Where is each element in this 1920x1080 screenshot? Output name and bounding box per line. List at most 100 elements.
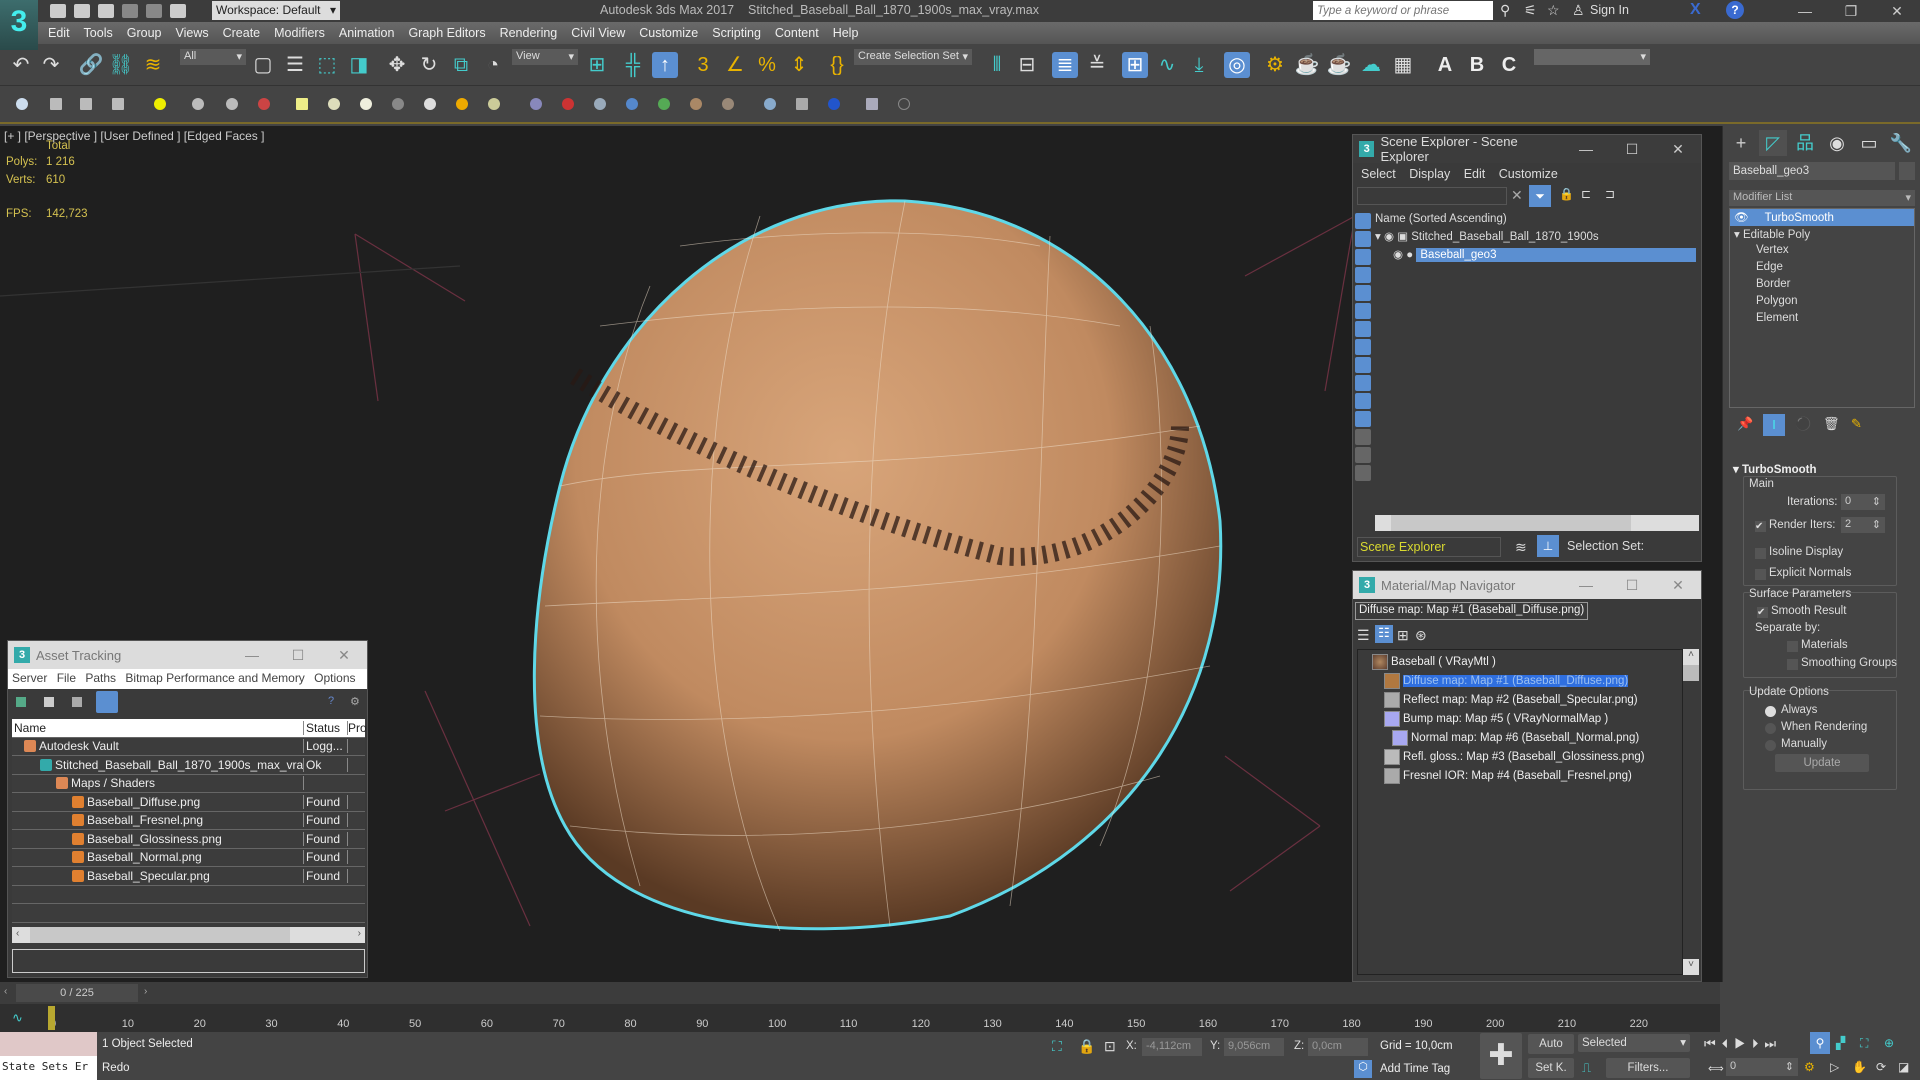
space-warp-icon[interactable] (530, 98, 542, 110)
table-row[interactable]: Baseball_Fresnel.png Found (12, 812, 365, 830)
egg-icon[interactable] (488, 98, 500, 110)
render-preset-a-button[interactable]: A (1432, 52, 1458, 78)
large-icons-view-icon[interactable]: ⊛ (1415, 627, 1427, 644)
undo-icon[interactable] (122, 4, 138, 18)
go-to-start-icon[interactable]: ⏮ (1704, 1036, 1722, 1051)
layer-explorer-icon[interactable]: ≚ (1084, 52, 1110, 78)
close-button[interactable]: ✕ (1874, 0, 1920, 22)
map-item-selected[interactable]: Diffuse map: Map #1 (Baseball_Diffuse.pn… (1358, 671, 1682, 690)
open-file-icon[interactable] (74, 4, 90, 18)
clear-search-icon[interactable]: ✕ (1511, 187, 1523, 204)
maximize-viewport-icon[interactable]: ◪ (1898, 1060, 1909, 1074)
select-by-name-icon[interactable]: ☰ (282, 52, 308, 78)
modifier-list-dropdown[interactable]: Modifier List ▾ (1729, 190, 1915, 206)
menu-help[interactable]: Help (833, 26, 859, 40)
teapot-icon[interactable] (16, 98, 28, 110)
isolate-selection-icon[interactable]: ⛶ (1052, 1038, 1062, 1055)
hierarchy-tab-icon[interactable]: 品 (1791, 130, 1819, 156)
select-and-link-icon[interactable]: 🔗 (78, 52, 104, 78)
constraint-icon[interactable] (562, 98, 574, 110)
render-icon[interactable] (828, 98, 840, 110)
material-root[interactable]: Baseball ( VRayMtl ) (1358, 652, 1682, 671)
column-status[interactable]: Status (304, 720, 348, 735)
menu-create[interactable]: Create (223, 26, 261, 40)
set-key-button[interactable]: Set K. (1528, 1058, 1574, 1078)
object-color-swatch[interactable] (1899, 162, 1915, 180)
smooth-result-checkbox[interactable]: ✔ (1757, 607, 1768, 618)
pivot-point-icon[interactable]: ⊞ (584, 52, 610, 78)
set-key-big-button[interactable]: ✚ (1480, 1033, 1522, 1079)
selection-filter-dropdown[interactable]: All ▾ (180, 49, 246, 65)
percent-snap-icon[interactable]: % (754, 52, 780, 78)
helper-icon[interactable] (192, 98, 204, 110)
menu-edit[interactable]: Edit (1464, 167, 1486, 181)
rollout-turbosmooth[interactable]: ▾ TurboSmooth (1733, 462, 1817, 476)
material-ball-icon[interactable] (764, 98, 776, 110)
stack-subobject-vertex[interactable]: Vertex (1730, 243, 1914, 260)
small-icons-view-icon[interactable]: ⊞ (1397, 627, 1409, 644)
cylinder-primitive-icon[interactable] (360, 98, 372, 110)
unlink-selection-icon[interactable]: ⛓ (108, 52, 134, 78)
y-coordinate-field[interactable]: 9,056cm (1224, 1038, 1284, 1056)
table-view-icon[interactable] (96, 691, 118, 713)
new-file-icon[interactable] (50, 4, 66, 18)
column-name[interactable]: Name (12, 720, 304, 735)
scene-tree-item[interactable]: ▾ ◉ ▣ Stitched_Baseball_Ball_1870_1900s (1375, 229, 1599, 243)
help-icon[interactable]: ? (328, 695, 334, 707)
key-filter-dropdown[interactable]: Selected ▾ (1578, 1034, 1690, 1052)
time-configuration-icon[interactable]: ⟺ (1708, 1062, 1724, 1075)
list-icons-view-icon[interactable]: ☷ (1375, 625, 1393, 643)
horizontal-scrollbar[interactable] (1375, 515, 1699, 531)
utility-icon[interactable] (866, 98, 878, 110)
project-folder-icon[interactable] (170, 4, 186, 18)
hidden-filter-icon[interactable] (1355, 411, 1371, 427)
close-icon[interactable]: ✕ (1655, 141, 1701, 158)
stack-subobject-element[interactable]: Element (1730, 311, 1914, 328)
render-setup-icon[interactable]: ⚙ (1262, 52, 1288, 78)
minimize-icon[interactable]: — (1563, 141, 1609, 158)
scroll-left-icon[interactable]: ‹ (16, 928, 19, 939)
character-icon[interactable] (258, 98, 270, 110)
filter-icon[interactable]: ⏷ (1529, 185, 1551, 207)
materials-checkbox[interactable] (1787, 641, 1798, 652)
render-preset-b-button[interactable]: B (1464, 52, 1490, 78)
restore-button[interactable]: ❐ (1828, 0, 1874, 22)
crowd-icon[interactable] (722, 98, 734, 110)
scene-explorer-toggle-icon[interactable]: ≣ (1052, 52, 1078, 78)
biped-icon[interactable] (690, 98, 702, 110)
baseball-mesh[interactable] (532, 199, 1223, 932)
shapes-filter-icon[interactable] (1355, 231, 1371, 247)
minimize-icon[interactable]: — (229, 647, 275, 664)
hierarchy-mode-icon[interactable]: ⊥ (1537, 535, 1559, 557)
play-icon[interactable]: ▶ (1734, 1036, 1752, 1051)
smoothing-groups-checkbox[interactable] (1787, 659, 1798, 670)
vertical-scrollbar[interactable]: ˄ ˅ (1683, 649, 1699, 975)
pan-view-icon[interactable]: ✋ (1852, 1060, 1867, 1074)
scrollbar-thumb[interactable] (1391, 515, 1631, 531)
expand-arrow-icon[interactable]: ▾ (1734, 229, 1740, 241)
material-assign-icon[interactable] (796, 98, 808, 110)
asset-path-field[interactable] (12, 949, 365, 973)
object-name-input[interactable] (1729, 162, 1895, 180)
workspace-dropdown[interactable]: Workspace: Default ▾ (212, 1, 340, 20)
save-file-icon[interactable] (98, 4, 114, 18)
show-end-result-icon[interactable]: Ⅰ (1763, 414, 1785, 436)
go-to-end-icon[interactable]: ⏭ (1764, 1036, 1782, 1051)
groups-filter-icon[interactable] (1355, 321, 1371, 337)
menu-customize[interactable]: Customize (639, 26, 698, 40)
zoom-extents-icon[interactable]: ⛶ (1860, 1036, 1868, 1051)
current-frame-marker[interactable] (48, 1006, 55, 1030)
previous-frame-icon[interactable]: ⏴ (1722, 1036, 1735, 1051)
scroll-right-icon[interactable]: › (358, 928, 361, 939)
z-coordinate-field[interactable]: 0,0cm (1308, 1038, 1368, 1056)
scene-tree-item-selected[interactable]: ◉ ● Baseball_geo3 (1393, 247, 1697, 262)
stack-item-turbosmooth[interactable]: 👁 TurboSmooth (1730, 209, 1914, 226)
app-menu-button[interactable]: 3 (0, 0, 38, 50)
map-item[interactable]: Bump map: Map #5 ( VRayNormalMap ) (1358, 709, 1682, 728)
edit-named-selection-icon[interactable]: {} (824, 52, 850, 78)
explicit-normals-checkbox[interactable] (1755, 569, 1766, 580)
menu-bitmap-performance[interactable]: Bitmap Performance and Memory (125, 671, 304, 685)
cameras-filter-icon[interactable] (1355, 267, 1371, 283)
curve-editor-mini-icon[interactable]: ∿ (12, 1010, 23, 1026)
stack-subobject-edge[interactable]: Edge (1730, 260, 1914, 277)
